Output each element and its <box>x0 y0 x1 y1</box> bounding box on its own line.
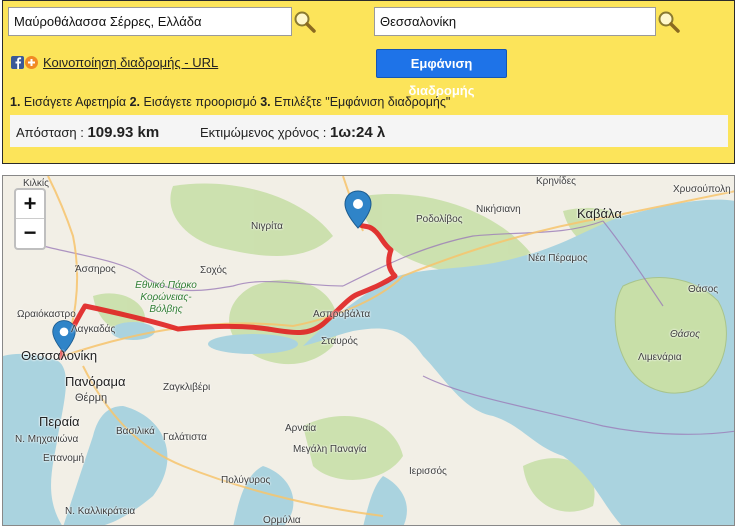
place-label: Σταυρός <box>321 336 358 347</box>
place-label: Πανόραμα <box>65 374 126 389</box>
place-label: Ζαγκλιβέρι <box>163 382 211 393</box>
origin-input[interactable]: Μαύροθάλασσα Σέρρες, Ελλάδα <box>8 7 292 36</box>
place-label: Ν. Μηχανιώνα <box>15 434 79 445</box>
zoom-control: + − <box>14 188 46 250</box>
show-route-button[interactable]: Εμφάνιση διαδρομής <box>376 49 507 98</box>
park-label: Εθνικό Πάρκο Κορώνειας-Βόλβης <box>135 280 197 315</box>
route-map[interactable]: Κιλκίς Νιγρίτα Ροδολίβος Νικήσιανη Καβάλ… <box>2 175 735 526</box>
route-result: Απόσταση : 109.93 km Εκτιμώμενος χρόνος … <box>10 115 728 147</box>
place-label: Ν. Καλλικράτεια <box>65 506 136 517</box>
place-label: Νέα Πέραμος <box>528 253 588 264</box>
place-label: Θεσσαλονίκη <box>21 348 98 363</box>
origin-marker-icon[interactable] <box>343 190 373 230</box>
place-label: Αρναία <box>285 423 317 434</box>
time-readout: Εκτιμώμενος χρόνος : 1ω:24 λ <box>200 124 386 141</box>
instructions: 1. Εισάγετε Αφετηρία 2. Εισάγετε προορισ… <box>10 95 451 109</box>
zoom-in-button[interactable]: + <box>16 190 44 219</box>
place-label: Λιμενάρια <box>638 352 682 363</box>
place-label: Μεγάλη Παναγία <box>293 444 367 455</box>
destination-search-icon[interactable] <box>657 10 681 34</box>
place-label: Ιερισσός <box>409 466 447 477</box>
facebook-icon[interactable] <box>11 56 24 69</box>
route-form-panel: Μαύροθάλασσα Σέρρες, Ελλάδα Θεσσαλονίκη … <box>2 0 735 164</box>
place-label: Θέρμη <box>75 392 108 404</box>
place-label: Γαλάτιστα <box>163 432 207 443</box>
place-label: Άσσηρος <box>75 264 116 275</box>
share-row: Κοινοποίηση διαδρομής - URL <box>11 55 218 70</box>
place-label: Σοχός <box>200 265 227 276</box>
addthis-plus-icon[interactable] <box>25 56 38 69</box>
place-label: Νικήσιανη <box>476 204 521 215</box>
distance-readout: Απόσταση : 109.93 km <box>16 124 160 141</box>
destination-input[interactable]: Θεσσαλονίκη <box>374 7 656 36</box>
place-label: Βασιλικά <box>116 426 155 437</box>
place-label: Ασπροβάλτα <box>313 309 371 320</box>
place-label: Πολύγυρος <box>221 475 271 486</box>
place-label: Περαία <box>39 414 80 429</box>
place-label: Χρυσούπολη <box>673 184 731 195</box>
place-label: Ορμύλια <box>263 515 301 526</box>
share-route-link[interactable]: Κοινοποίηση διαδρομής - URL <box>43 55 218 70</box>
place-label: Καβάλα <box>577 206 622 221</box>
place-label: Θάσος <box>670 329 700 340</box>
place-label: Θάσος <box>688 284 719 295</box>
place-label: Νιγρίτα <box>251 221 283 232</box>
place-label: Ωραιόκαστρο <box>17 309 76 320</box>
place-label: Ροδολίβος <box>416 214 463 225</box>
place-label: Επανομή <box>43 453 85 464</box>
origin-search-icon[interactable] <box>293 10 317 34</box>
place-label: Λαγκαδάς <box>71 324 116 335</box>
place-label: Κρηνίδες <box>536 176 576 187</box>
zoom-out-button[interactable]: − <box>16 219 44 248</box>
